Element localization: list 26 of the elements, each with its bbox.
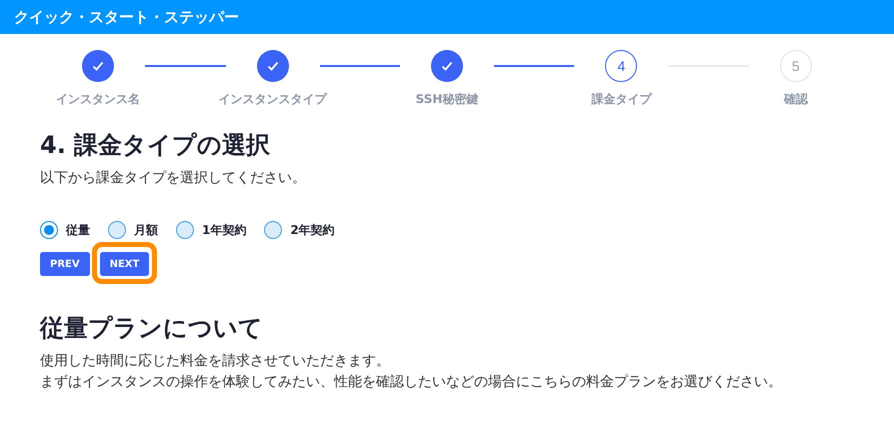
step-label: 課金タイプ	[591, 91, 652, 108]
radio-label: 2年契約	[290, 222, 335, 239]
step-label: SSH秘密鍵	[416, 91, 478, 108]
step-nav-button[interactable]: NEXT	[100, 252, 150, 276]
section-description: 以下から課金タイプを選択してください。	[40, 169, 307, 188]
radio-button[interactable]	[40, 221, 58, 239]
check-icon	[266, 59, 280, 73]
step-number: 5	[780, 50, 812, 82]
step-label: 確認	[784, 91, 808, 108]
step-nav-button[interactable]: PREV	[40, 252, 90, 276]
plan-title: 従量プランについて	[40, 313, 264, 344]
plan-description: まずはインスタンスの操作を体験してみたい、性能を確認したいなどの場合にこちらの料金プランをお選びください。	[40, 373, 783, 392]
radio-label: 従量	[66, 222, 90, 239]
step-number: 4	[605, 50, 638, 82]
radio-label: 1年契約	[202, 222, 246, 239]
radio-button[interactable]	[176, 221, 194, 239]
plan-description: 使用した時間に応じた料金を請求させていただきます。	[40, 352, 391, 371]
radio-button[interactable]	[264, 221, 282, 239]
section-title: 4. 課金タイプの選択	[40, 130, 272, 161]
window-title: クイック・スタート・ステッパー	[14, 6, 239, 28]
radio-button[interactable]	[108, 221, 126, 239]
check-icon	[91, 59, 106, 73]
step-label: インスタンス名	[56, 91, 140, 108]
check-icon	[440, 59, 454, 73]
step-label: インスタンスタイプ	[218, 91, 327, 108]
radio-label: 月額	[134, 222, 158, 239]
